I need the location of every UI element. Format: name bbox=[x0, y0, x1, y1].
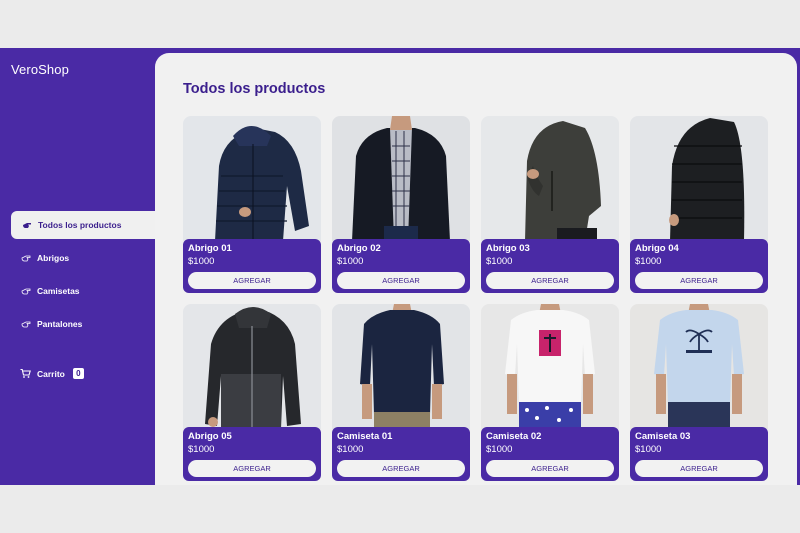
product-name: Abrigo 02 bbox=[337, 243, 381, 254]
product-image[interactable] bbox=[630, 304, 768, 429]
product-price: $1000 bbox=[188, 444, 215, 455]
product-card: Abrigo 05 $1000 AGREGAR bbox=[183, 304, 321, 481]
product-info: Abrigo 02 $1000 AGREGAR bbox=[332, 239, 470, 293]
nav-item-label: Todos los productos bbox=[38, 220, 122, 230]
product-name: Abrigo 04 bbox=[635, 243, 679, 254]
add-to-cart-button[interactable]: AGREGAR bbox=[635, 460, 763, 477]
nav-item-camisetas[interactable]: Camisetas bbox=[0, 277, 155, 305]
product-price: $1000 bbox=[486, 256, 513, 267]
hand-pointer-icon bbox=[21, 220, 32, 231]
sidebar: VeroShop Todos los productos Abrigos Cam… bbox=[0, 48, 155, 485]
brand-logo[interactable]: VeroShop bbox=[11, 62, 69, 77]
product-image[interactable] bbox=[183, 116, 321, 241]
product-price: $1000 bbox=[635, 256, 662, 267]
nav-item-abrigos[interactable]: Abrigos bbox=[0, 244, 155, 272]
product-info: Abrigo 01 $1000 AGREGAR bbox=[183, 239, 321, 293]
add-to-cart-button[interactable]: AGREGAR bbox=[635, 272, 763, 289]
add-to-cart-button[interactable]: AGREGAR bbox=[337, 460, 465, 477]
product-price: $1000 bbox=[188, 256, 215, 267]
nav-item-label: Pantalones bbox=[37, 319, 83, 329]
product-card: Abrigo 03 $1000 AGREGAR bbox=[481, 116, 619, 293]
product-image[interactable] bbox=[183, 304, 321, 429]
product-name: Abrigo 05 bbox=[188, 431, 232, 442]
product-info: Abrigo 04 $1000 AGREGAR bbox=[630, 239, 768, 293]
cart-link[interactable]: Carrito 0 bbox=[20, 368, 84, 379]
hand-pointer-icon bbox=[20, 253, 31, 264]
nav-item-label: Camisetas bbox=[37, 286, 80, 296]
product-name: Camiseta 02 bbox=[486, 431, 542, 442]
product-info: Abrigo 03 $1000 AGREGAR bbox=[481, 239, 619, 293]
product-card: Camiseta 01 $1000 AGREGAR bbox=[332, 304, 470, 481]
product-image[interactable] bbox=[630, 116, 768, 241]
product-price: $1000 bbox=[635, 444, 662, 455]
product-card: Camiseta 03 $1000 AGREGAR bbox=[630, 304, 768, 481]
main-content: Todos los productos Abrigo 01 $1000 AGRE… bbox=[155, 53, 797, 485]
product-info: Camiseta 03 $1000 AGREGAR bbox=[630, 427, 768, 481]
product-image[interactable] bbox=[332, 116, 470, 241]
product-name: Abrigo 03 bbox=[486, 243, 530, 254]
product-name: Camiseta 01 bbox=[337, 431, 393, 442]
product-info: Camiseta 01 $1000 AGREGAR bbox=[332, 427, 470, 481]
product-name: Camiseta 03 bbox=[635, 431, 691, 442]
hand-pointer-icon bbox=[20, 319, 31, 330]
sidebar-nav: Todos los productos Abrigos Camisetas Pa… bbox=[0, 211, 155, 343]
nav-item-pantalones[interactable]: Pantalones bbox=[0, 310, 155, 338]
hand-pointer-icon bbox=[20, 286, 31, 297]
add-to-cart-button[interactable]: AGREGAR bbox=[486, 460, 614, 477]
cart-icon bbox=[20, 368, 31, 379]
cart-count-badge: 0 bbox=[72, 368, 84, 379]
product-card: Abrigo 02 $1000 AGREGAR bbox=[332, 116, 470, 293]
product-card: Abrigo 01 $1000 AGREGAR bbox=[183, 116, 321, 293]
nav-item-todos[interactable]: Todos los productos bbox=[11, 211, 155, 239]
product-image[interactable] bbox=[481, 304, 619, 429]
product-name: Abrigo 01 bbox=[188, 243, 232, 254]
add-to-cart-button[interactable]: AGREGAR bbox=[486, 272, 614, 289]
product-grid: Abrigo 01 $1000 AGREGAR Abrigo 02 $1000 … bbox=[183, 116, 768, 481]
nav-item-label: Abrigos bbox=[37, 253, 70, 263]
add-to-cart-button[interactable]: AGREGAR bbox=[188, 272, 316, 289]
product-info: Abrigo 05 $1000 AGREGAR bbox=[183, 427, 321, 481]
page-title: Todos los productos bbox=[183, 81, 326, 97]
product-card: Abrigo 04 $1000 AGREGAR bbox=[630, 116, 768, 293]
app-frame: VeroShop Todos los productos Abrigos Cam… bbox=[0, 48, 800, 485]
add-to-cart-button[interactable]: AGREGAR bbox=[188, 460, 316, 477]
add-to-cart-button[interactable]: AGREGAR bbox=[337, 272, 465, 289]
product-image[interactable] bbox=[481, 116, 619, 241]
product-image[interactable] bbox=[332, 304, 470, 429]
cart-label: Carrito bbox=[37, 368, 65, 379]
product-price: $1000 bbox=[337, 444, 364, 455]
product-info: Camiseta 02 $1000 AGREGAR bbox=[481, 427, 619, 481]
product-price: $1000 bbox=[337, 256, 364, 267]
product-price: $1000 bbox=[486, 444, 513, 455]
product-card: Camiseta 02 $1000 AGREGAR bbox=[481, 304, 619, 481]
